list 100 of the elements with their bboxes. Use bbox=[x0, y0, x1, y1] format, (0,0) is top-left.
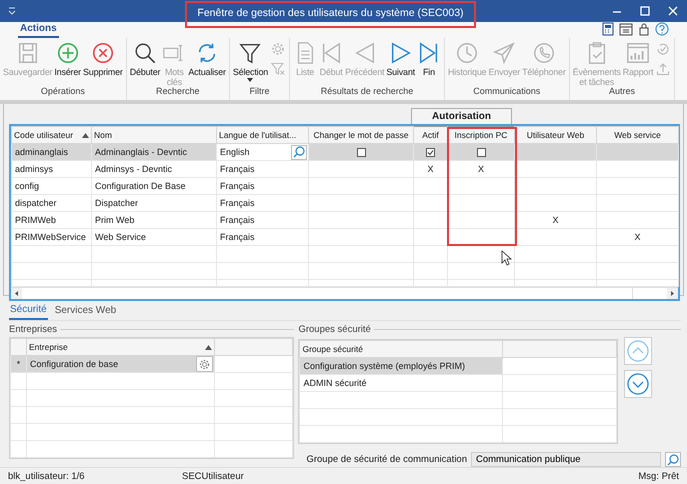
move-down-button[interactable] bbox=[624, 370, 652, 398]
ribbon-button[interactable]: Supprimer bbox=[82, 41, 124, 77]
group-title: Entreprises bbox=[9, 324, 58, 334]
search-icon bbox=[293, 146, 305, 158]
table-cell: Dispatcher bbox=[92, 194, 216, 212]
column-header[interactable]: Groupe sécurité bbox=[300, 340, 503, 358]
column-group-header: Autorisation bbox=[411, 108, 512, 124]
status-text: blk_utilisateur: 1/6 bbox=[8, 470, 86, 482]
funnel-x-icon bbox=[270, 61, 286, 77]
table-cell: Français bbox=[216, 194, 308, 212]
gear-icon bbox=[270, 41, 286, 57]
column-header[interactable]: Changer le mot de passe bbox=[308, 126, 414, 144]
table-cell: ADMIN sécurité bbox=[300, 374, 503, 392]
group-label: Recherche bbox=[155, 86, 201, 98]
column-header[interactable]: Entreprise bbox=[29, 342, 68, 352]
triangle-left-icon bbox=[352, 41, 377, 65]
calendar-icon[interactable] bbox=[619, 22, 633, 36]
group-label: Résultats de recherche bbox=[320, 86, 414, 98]
group-label: Filtre bbox=[248, 86, 270, 98]
quick-access-icon[interactable] bbox=[6, 5, 18, 17]
lookup-button[interactable] bbox=[291, 144, 307, 160]
table-cell: adminanglais bbox=[12, 144, 92, 160]
ribbon-button[interactable]: Débuter bbox=[128, 41, 162, 77]
table-row[interactable]: Configuration système (employés PRIM) bbox=[300, 358, 617, 374]
table-row[interactable]: dispatcher Dispatcher Français bbox=[12, 194, 678, 212]
table-cell: dispatcher bbox=[12, 194, 92, 212]
table-row[interactable]: adminsys Adminsys - Devntic Français X X bbox=[12, 160, 678, 178]
chevron-up-circle-icon bbox=[627, 340, 650, 362]
calculator-icon[interactable] bbox=[601, 22, 615, 36]
table-cell: Français bbox=[216, 160, 308, 178]
table-cell: PRIMWebService bbox=[12, 228, 92, 246]
table-row[interactable]: PRIMWebService Web Service Français X bbox=[12, 228, 678, 246]
scroll-left-icon[interactable] bbox=[11, 288, 22, 299]
ribbon-button[interactable]: Actualiser bbox=[187, 41, 227, 77]
table-cell: Prim Web bbox=[92, 212, 216, 228]
close-icon bbox=[668, 6, 678, 16]
row-marker: * bbox=[10, 356, 27, 372]
table-row[interactable]: config Configuration De Base Français bbox=[12, 178, 678, 194]
cell-value: English bbox=[220, 147, 250, 157]
table-cell: Web Service bbox=[92, 228, 216, 246]
table-cell: X bbox=[596, 228, 678, 246]
group-label: Autres bbox=[608, 86, 636, 98]
checkbox[interactable] bbox=[356, 148, 366, 158]
table-cell: Français bbox=[216, 212, 308, 228]
checkbox[interactable] bbox=[476, 148, 486, 158]
scroll-right-icon[interactable] bbox=[667, 288, 678, 299]
horizontal-scrollbar[interactable] bbox=[11, 287, 678, 299]
table-cell: Configuration système (employés PRIM) bbox=[300, 358, 503, 374]
table-cell: X bbox=[514, 212, 596, 228]
column-header[interactable]: Utilisateur Web bbox=[514, 126, 596, 144]
input-field[interactable]: Communication publique bbox=[471, 452, 661, 467]
gear-icon bbox=[198, 358, 212, 370]
column-header[interactable]: Nom bbox=[92, 126, 216, 144]
cell-value: Configuration de base bbox=[30, 359, 118, 369]
column-header[interactable]: Web service bbox=[596, 126, 678, 144]
tab[interactable]: Sécurité bbox=[9, 300, 48, 320]
window-title: Fenêtre de gestion des utilisateurs du système (SEC003) bbox=[197, 7, 464, 19]
search-icon bbox=[667, 454, 679, 466]
table-cell: Adminsys - Devntic bbox=[92, 160, 216, 178]
paper-plane-icon bbox=[492, 41, 516, 65]
group-label: Opérations bbox=[40, 86, 86, 98]
table-row[interactable]: ADMIN sécurité bbox=[300, 374, 617, 392]
check-circle-icon bbox=[655, 41, 672, 57]
mouse-cursor-icon bbox=[501, 250, 513, 266]
table-row[interactable]: adminanglais Adminanglais - Devntic English bbox=[12, 144, 678, 160]
table-row[interactable]: PRIMWeb Prim Web Français X bbox=[12, 212, 678, 228]
lock-icon[interactable] bbox=[637, 22, 651, 36]
table-cell: Français bbox=[216, 178, 308, 194]
chevron-down-circle-icon bbox=[627, 373, 650, 395]
field-label: Groupe de sécurité de communication bbox=[306, 454, 467, 465]
column-header[interactable]: Langue de l'utilisat... bbox=[216, 126, 308, 144]
maximize-icon bbox=[640, 6, 650, 16]
table-cell: adminsys bbox=[12, 160, 92, 178]
group-label: Communications bbox=[472, 86, 542, 98]
chart-window-icon bbox=[626, 41, 650, 65]
x-circle-icon bbox=[90, 41, 115, 65]
funnel-icon bbox=[238, 41, 262, 65]
phone-icon bbox=[532, 41, 556, 65]
checkbox[interactable] bbox=[426, 148, 435, 158]
table-cell: Français bbox=[216, 228, 308, 246]
table-cell: Adminanglais - Devntic bbox=[92, 144, 216, 160]
lookup-button[interactable] bbox=[665, 452, 681, 467]
table-cell: PRIMWeb bbox=[12, 212, 92, 228]
ribbon-button[interactable]: Suivant bbox=[385, 41, 416, 77]
group-title: Groupes sécurité bbox=[298, 324, 371, 334]
status-text: SECUtilisateur bbox=[182, 470, 245, 482]
plus-circle-icon bbox=[56, 41, 80, 65]
help-icon[interactable] bbox=[655, 22, 669, 36]
table-cell: Configuration De Base bbox=[92, 178, 216, 194]
upload-icon bbox=[655, 61, 672, 77]
table-cell: config bbox=[12, 178, 92, 194]
ribbon-button[interactable]: Sélection bbox=[232, 41, 270, 82]
ribbon-button[interactable]: Fin bbox=[416, 41, 442, 77]
tab[interactable]: Services Web bbox=[54, 300, 118, 320]
status-text: Msg: Prêt bbox=[638, 470, 679, 482]
column-header[interactable]: Actif bbox=[414, 126, 448, 144]
clock-icon bbox=[455, 41, 480, 65]
settings-button[interactable] bbox=[196, 356, 214, 372]
search-icon bbox=[133, 41, 157, 65]
ribbon-button[interactable]: Insérer bbox=[53, 41, 82, 77]
